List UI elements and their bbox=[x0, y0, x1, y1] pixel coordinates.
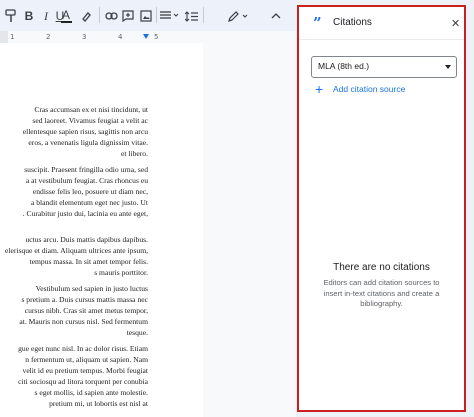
text-line: pretium mi, ut lobortis est nisl at bbox=[49, 398, 148, 408]
text-line: Vestibulum sed sapien in justo luctus bbox=[35, 284, 148, 293]
text-line: Cras accumsan ex et nisi tincidunt, ut bbox=[34, 105, 148, 114]
text-color-label: A bbox=[61, 8, 70, 22]
toolbar-divider bbox=[156, 7, 157, 23]
ruler-tick: 5 bbox=[154, 33, 159, 41]
insert-image-icon[interactable] bbox=[139, 7, 153, 25]
text-line: elerisque et diam. Aliquam ultrices ante… bbox=[5, 245, 148, 255]
empty-state-title: There are no citations bbox=[333, 262, 430, 273]
text-line: ellentesque sapien risus, sagittis non a… bbox=[22, 126, 148, 136]
add-comment-icon[interactable] bbox=[121, 7, 135, 25]
ruler-indent-marker[interactable] bbox=[143, 34, 149, 39]
text-line: n fermentum ut, aliquam ut sapien. Nam bbox=[25, 354, 148, 364]
paragraph: Cras accumsan ex et nisi tincidunt, ut s… bbox=[0, 105, 148, 160]
citations-title: Citations bbox=[333, 17, 372, 28]
add-citation-source-button[interactable]: + Add citation source bbox=[315, 82, 455, 98]
line-spacing-icon[interactable] bbox=[184, 7, 198, 25]
text-line: gue eget nunc nisl. In ac dolor risus. E… bbox=[18, 344, 148, 353]
text-line: tempus massa. In sit amet tempor felis. bbox=[29, 256, 148, 266]
citations-panel: ” Citations ✕ MLA (8th ed.) + Add citati… bbox=[297, 5, 466, 412]
toolbar-divider bbox=[203, 7, 204, 23]
text-color-button[interactable]: A bbox=[60, 7, 72, 25]
text-line: at. Mauris non cursus nisl. Sed fermentu… bbox=[19, 316, 148, 326]
insert-link-icon[interactable] bbox=[104, 7, 118, 25]
text-line: endisse felis leo, posuere ut diam nec, bbox=[32, 186, 148, 196]
plus-icon: + bbox=[315, 81, 324, 97]
citations-header: ” Citations ✕ bbox=[299, 7, 464, 40]
ruler-tick: 1 bbox=[10, 33, 15, 41]
bold-button[interactable]: B bbox=[24, 7, 34, 25]
ruler-tick: 4 bbox=[118, 33, 123, 41]
text-line: eros, a venenatis ligula dignissim vitae… bbox=[28, 137, 148, 147]
toolbar: B I U A bbox=[0, 0, 296, 31]
ruler-tick: 3 bbox=[82, 33, 87, 41]
text-line: uctus arcu. Duis mattis dapibus dapibus. bbox=[25, 235, 148, 244]
text-line: s mauris porttitor. bbox=[94, 267, 148, 277]
highlight-icon[interactable] bbox=[80, 7, 92, 25]
citation-style-value: MLA (8th ed.) bbox=[318, 61, 370, 71]
close-icon[interactable]: ✕ bbox=[451, 17, 460, 30]
citation-style-select[interactable]: MLA (8th ed.) bbox=[311, 56, 457, 78]
edit-mode-button[interactable] bbox=[228, 7, 250, 25]
text-line: sed laoreet. Vivamus feugiat a velit ac bbox=[32, 115, 148, 125]
page-gutter bbox=[203, 43, 296, 417]
quote-icon: ” bbox=[313, 14, 322, 32]
text-line: a blandit elementum eget nec justo. Ut bbox=[30, 197, 148, 207]
align-button[interactable] bbox=[160, 7, 180, 25]
toolbar-divider bbox=[99, 7, 100, 23]
paragraph: suscipit. Praesent fringilla odio urna, … bbox=[0, 165, 148, 220]
ruler-tick: 2 bbox=[46, 33, 51, 41]
text-line: cursus nibh. Cras sit amet metus tempor, bbox=[24, 305, 148, 315]
text-line: velit id eu pretium tempus. Morbi feugia… bbox=[22, 365, 148, 375]
text-color-swatch bbox=[60, 21, 72, 23]
paragraph: uctus arcu. Duis mattis dapibus dapibus.… bbox=[0, 235, 148, 279]
text-line: a at vestibulum feugiat. Cras rhoncus eu bbox=[25, 175, 148, 185]
add-citation-source-label: Add citation source bbox=[333, 84, 406, 94]
text-line: s eget mollis, id sapien ante molestie. bbox=[34, 387, 148, 397]
italic-button[interactable]: I bbox=[41, 7, 51, 25]
text-line: . Curabitur justo dui, lacinia eu ante e… bbox=[22, 208, 148, 218]
empty-state-text: Editors can add citation sources to inse… bbox=[323, 278, 440, 308]
text-line: citi sociosqu ad litora torquent per con… bbox=[18, 376, 148, 386]
document-page[interactable]: Cras accumsan ex et nisi tincidunt, ut s… bbox=[0, 43, 204, 417]
text-line: s pretium a. Duis cursus mattis massa ne… bbox=[21, 294, 148, 304]
text-line: suscipit. Praesent fringilla odio urna, … bbox=[24, 165, 148, 174]
caret-down-icon bbox=[445, 65, 451, 69]
chevron-up-icon[interactable] bbox=[270, 7, 282, 25]
text-line: tesque. bbox=[126, 327, 148, 337]
paragraph: gue eget nunc nisl. In ac dolor risus. E… bbox=[0, 344, 148, 409]
paragraph: Vestibulum sed sapien in justo luctus s … bbox=[0, 284, 148, 339]
paint-format-icon[interactable] bbox=[4, 7, 18, 25]
text-line: et libero. bbox=[121, 148, 148, 158]
ruler-margin bbox=[0, 31, 8, 43]
